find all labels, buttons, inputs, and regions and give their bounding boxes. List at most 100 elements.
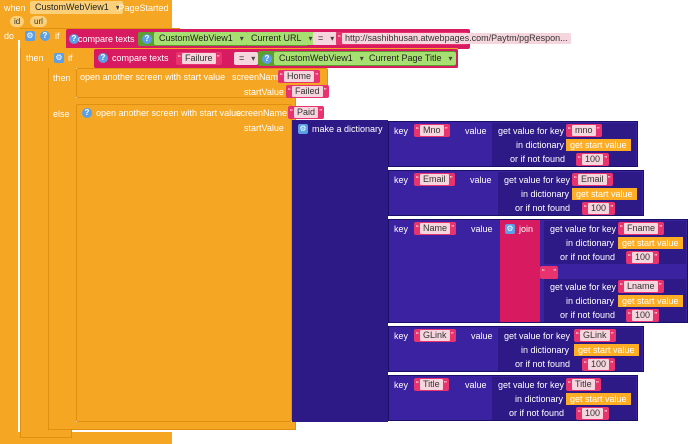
or-if-not-found-label: or if not found xyxy=(560,252,616,262)
else-open-screen-help-icon[interactable]: ? xyxy=(82,108,92,118)
pair-key-label: key xyxy=(394,380,409,390)
then-start-text[interactable]: Failed xyxy=(286,85,329,98)
separator-text[interactable] xyxy=(540,266,558,279)
lookup-key-value: Email xyxy=(578,174,607,185)
lookup-key-text[interactable]: mno xyxy=(566,124,602,137)
pair-key-text[interactable]: GLink xyxy=(414,329,456,342)
inner-left-text[interactable]: Failure xyxy=(176,52,222,65)
lookup-key-text[interactable]: Lname xyxy=(618,280,664,293)
in-dictionary-label: in dictionary xyxy=(566,238,615,248)
then-start-label: startValue xyxy=(244,87,284,97)
pair-key-label: key xyxy=(394,331,409,341)
outer-getter-help-icon[interactable]: ? xyxy=(142,34,152,44)
inner-left-value: Failure xyxy=(182,53,216,64)
else-screen-text[interactable]: Paid xyxy=(288,106,325,119)
outer-getter-property[interactable]: Current URL xyxy=(246,32,316,45)
then-screen-text[interactable]: Home xyxy=(278,70,321,83)
inner-operator[interactable]: = xyxy=(234,52,259,65)
get-value-label: get value for key xyxy=(504,175,571,185)
inner-compare-label: compare texts xyxy=(112,53,169,63)
default-text[interactable]: 100 xyxy=(626,251,660,264)
outer-compare-label: compare texts xyxy=(78,34,135,44)
outer-getter-component[interactable]: CustomWebView1 xyxy=(154,32,247,45)
pair-value-label: value xyxy=(465,380,487,390)
default-text[interactable]: 100 xyxy=(576,153,610,166)
inner-if-gear-icon[interactable]: ⚙ xyxy=(54,53,64,63)
else-open-screen-block[interactable] xyxy=(76,104,292,422)
outer-operator[interactable]: = xyxy=(313,32,338,45)
default-value: 100 xyxy=(632,252,654,263)
pair-key-text[interactable]: Mno xyxy=(414,124,450,137)
pair-key-text[interactable]: Name xyxy=(414,222,457,235)
pair-key-label: key xyxy=(394,224,409,234)
default-value: 100 xyxy=(588,359,610,370)
get-value-label: get value for key xyxy=(550,224,617,234)
or-if-not-found-label: or if not found xyxy=(509,408,565,418)
get-start-value-block[interactable]: get start value xyxy=(566,139,631,151)
default-value: 100 xyxy=(588,203,610,214)
join-label: join xyxy=(519,224,534,234)
pair-value-label: value xyxy=(465,126,487,136)
param-id[interactable]: id xyxy=(10,16,25,27)
else-screen-value: Paid xyxy=(294,107,319,118)
or-if-not-found-label: or if not found xyxy=(560,310,616,320)
pair-key-value: Title xyxy=(420,379,443,390)
inner-if-label: if xyxy=(68,53,73,63)
get-value-label: get value for key xyxy=(498,126,565,136)
inner-else-label: else xyxy=(53,109,70,119)
else-screen-label: screenName xyxy=(236,108,288,118)
or-if-not-found-label: or if not found xyxy=(515,203,571,213)
pair-value-label: value xyxy=(471,224,493,234)
get-value-label: get value for key xyxy=(504,331,571,341)
param-url[interactable]: url xyxy=(30,16,47,27)
get-start-value-block[interactable]: get start value xyxy=(618,237,683,249)
outer-if-help-icon[interactable]: ? xyxy=(40,31,50,41)
inner-compare-help-icon[interactable]: ? xyxy=(98,53,108,63)
default-text[interactable]: 100 xyxy=(582,202,616,215)
lookup-key-value: Title xyxy=(572,379,595,390)
event-name-label: .PageStarted xyxy=(116,3,169,13)
lookup-key-value: GLink xyxy=(580,330,610,341)
or-if-not-found-label: or if not found xyxy=(515,359,571,369)
then-screen-label: screenName xyxy=(232,72,284,82)
join-block[interactable] xyxy=(500,220,540,322)
when-label: when xyxy=(4,3,26,13)
dictionary-gear-icon[interactable]: ⚙ xyxy=(298,124,308,134)
then-open-screen-label: open another screen with start value xyxy=(80,72,226,82)
lookup-key-text[interactable]: GLink xyxy=(574,329,616,342)
inner-getter-component[interactable]: CustomWebView1 xyxy=(274,52,367,65)
default-text[interactable]: 100 xyxy=(582,358,616,371)
outer-url-text[interactable]: http://sashibhusan.atwebpages.com/Paytm/… xyxy=(336,32,571,45)
or-if-not-found-label: or if not found xyxy=(510,154,566,164)
pair-key-text[interactable]: Title xyxy=(414,378,449,391)
inner-getter-property[interactable]: Current Page Title xyxy=(364,52,456,65)
outer-if-label: if xyxy=(55,31,60,41)
get-start-value-block[interactable]: get start value xyxy=(566,393,631,405)
default-value: 100 xyxy=(582,408,604,419)
lookup-key-text[interactable]: Email xyxy=(572,173,613,186)
do-label: do xyxy=(4,31,15,41)
outer-if-gear-icon[interactable]: ⚙ xyxy=(25,31,35,41)
lookup-key-text[interactable]: Title xyxy=(566,378,601,391)
then-start-value: Failed xyxy=(292,86,323,97)
in-dictionary-label: in dictionary xyxy=(515,394,564,404)
else-start-label: startValue xyxy=(244,123,284,133)
inner-getter-help-icon[interactable]: ? xyxy=(262,54,272,64)
inner-then-label: then xyxy=(53,73,71,83)
pair-value-label: value xyxy=(471,331,493,341)
make-dictionary-block[interactable] xyxy=(292,120,388,422)
get-start-value-block[interactable]: get start value xyxy=(618,295,683,307)
get-start-value-block[interactable]: get start value xyxy=(574,344,639,356)
get-value-label: get value for key xyxy=(498,380,565,390)
pair-key-text[interactable]: Email xyxy=(414,173,455,186)
join-gear-icon[interactable]: ⚙ xyxy=(505,224,515,234)
default-text[interactable]: 100 xyxy=(576,407,610,420)
outer-url-value: http://sashibhusan.atwebpages.com/Paytm/… xyxy=(342,33,571,44)
pair-key-value: GLink xyxy=(420,330,450,341)
lookup-key-text[interactable]: Fname xyxy=(618,222,665,235)
event-component-dropdown[interactable]: CustomWebView1 xyxy=(30,1,123,14)
pair-key-label: key xyxy=(394,175,409,185)
default-text[interactable]: 100 xyxy=(626,309,660,322)
in-dictionary-label: in dictionary xyxy=(566,296,615,306)
get-start-value-block[interactable]: get start value xyxy=(572,188,637,200)
